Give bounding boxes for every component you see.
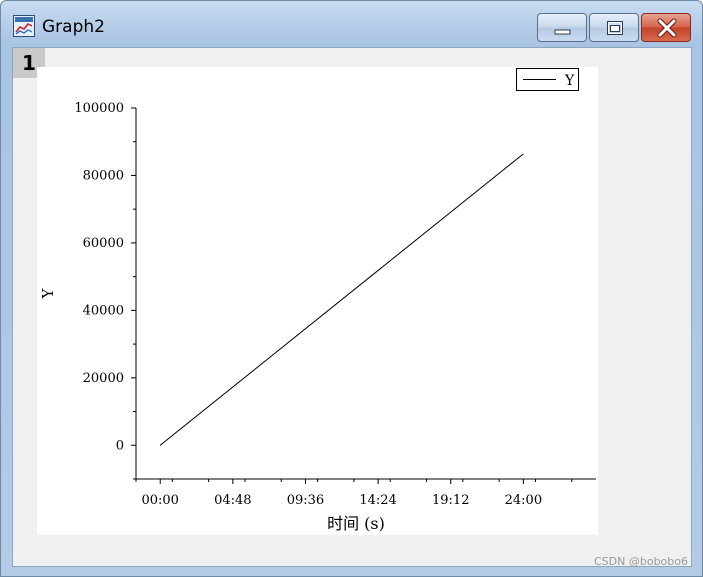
y-axis-title: Y [39, 287, 57, 299]
x-tick-label: 04:48 [214, 493, 251, 508]
graph-window: Graph2 1 0 20000 40000 60000 80000 100000 00:0… [0, 0, 703, 577]
minimize-button[interactable] [537, 13, 587, 42]
y-tick-label: 100000 [74, 101, 124, 116]
y-tick-label: 20000 [83, 371, 124, 386]
title-bar[interactable]: Graph2 [1, 1, 702, 45]
y-tick-label: 0 [116, 438, 124, 453]
y-tick-label: 40000 [83, 303, 124, 318]
watermark: CSDN @bobobo6 [594, 555, 688, 568]
legend-label: Y [564, 73, 575, 89]
x-axis-title: 时间 (s) [327, 514, 385, 533]
minimize-icon [554, 29, 571, 35]
x-tick-label: 14:24 [359, 493, 396, 508]
series-line-y [159, 153, 524, 446]
y-tick-label: 80000 [83, 168, 124, 183]
graph-window-icon [13, 15, 35, 37]
graph-client-area: 1 0 20000 40000 60000 80000 100000 00:00 04:48 0… [12, 47, 692, 567]
close-button[interactable] [641, 13, 691, 42]
maximize-button[interactable] [589, 13, 639, 42]
y-tick-label: 60000 [83, 236, 124, 251]
x-tick-label: 09:36 [287, 493, 324, 508]
x-tick-label: 00:00 [141, 493, 178, 508]
close-icon [657, 18, 677, 38]
maximize-icon [607, 21, 623, 35]
graph-page: 0 20000 40000 60000 80000 100000 00:00 04:48 09:… [37, 67, 598, 535]
x-tick-label: 24:00 [505, 493, 542, 508]
x-tick-label: 19:12 [432, 493, 469, 508]
line-chart[interactable]: 0 20000 40000 60000 80000 100000 00:00 04:48 09:… [37, 67, 598, 535]
window-title: Graph2 [42, 17, 105, 37]
